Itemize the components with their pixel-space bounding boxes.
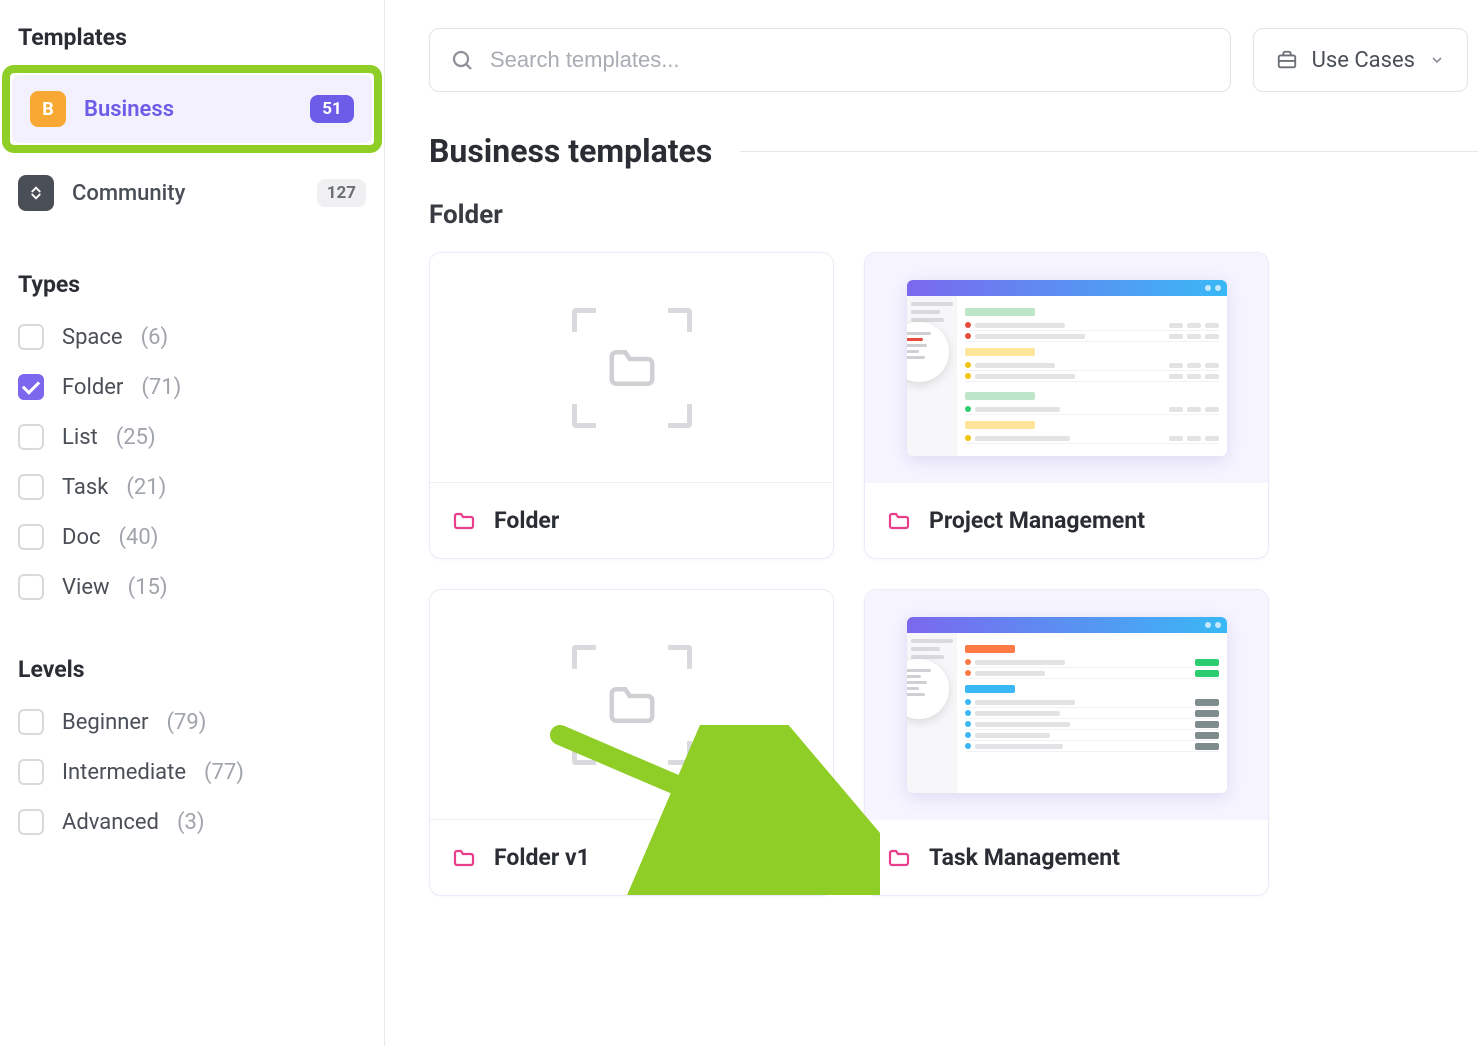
checkbox-icon[interactable] (18, 809, 44, 835)
card-preview (865, 253, 1268, 483)
template-card-project-management[interactable]: Project Management (864, 252, 1269, 559)
filter-intermediate[interactable]: Intermediate (77) (0, 747, 384, 797)
types-heading: Types (0, 227, 384, 312)
topbar: Use Cases (429, 28, 1478, 92)
card-footer: Task Management (865, 820, 1268, 895)
filter-label: Folder (62, 375, 123, 400)
filter-advanced[interactable]: Advanced (3) (0, 797, 384, 847)
sidebar-item-label: Community (72, 181, 299, 206)
business-icon: B (30, 91, 66, 127)
filter-task[interactable]: Task (21) (0, 462, 384, 512)
card-preview (865, 590, 1268, 820)
levels-heading: Levels (0, 612, 384, 697)
folder-icon (887, 509, 911, 533)
filter-list[interactable]: List (25) (0, 412, 384, 462)
sidebar-item-community[interactable]: Community 127 (0, 159, 384, 227)
filter-beginner[interactable]: Beginner (79) (0, 697, 384, 747)
filter-label: Task (62, 475, 108, 500)
template-card-folder[interactable]: Folder (429, 252, 834, 559)
card-footer: Folder v1 (430, 820, 833, 895)
filter-label: List (62, 425, 98, 450)
card-title: Folder v1 (494, 844, 590, 871)
checkbox-icon[interactable] (18, 424, 44, 450)
card-preview (430, 590, 833, 820)
filter-view[interactable]: View (15) (0, 562, 384, 612)
filter-folder[interactable]: Folder (71) (0, 362, 384, 412)
sidebar: Templates B Business 51 Community 127 Ty… (0, 0, 385, 1046)
card-title: Folder (494, 507, 559, 534)
template-grid: Folder (429, 252, 1478, 896)
checkbox-icon[interactable] (18, 759, 44, 785)
template-card-task-management[interactable]: Task Management (864, 589, 1269, 896)
filter-space[interactable]: Space (6) (0, 312, 384, 362)
checkbox-icon[interactable] (18, 524, 44, 550)
filter-label: Intermediate (62, 760, 186, 785)
templates-heading: Templates (0, 24, 384, 65)
filter-count: (21) (126, 475, 166, 500)
filter-count: (25) (116, 425, 156, 450)
checkbox-icon[interactable] (18, 324, 44, 350)
mini-screenshot (907, 617, 1227, 793)
briefcase-icon (1276, 49, 1298, 71)
folder-icon (452, 846, 476, 870)
highlight-annotation: B Business 51 (2, 65, 382, 153)
filter-label: Advanced (62, 810, 159, 835)
usecases-label: Use Cases (1312, 48, 1415, 73)
folder-placeholder-icon (572, 308, 692, 428)
section-title: Folder (429, 200, 1478, 230)
usecases-button[interactable]: Use Cases (1253, 28, 1468, 92)
filter-count: (77) (204, 760, 244, 785)
search-box[interactable] (429, 28, 1231, 92)
community-icon (18, 175, 54, 211)
filter-count: (79) (167, 710, 207, 735)
filter-count: (3) (177, 810, 205, 835)
count-badge: 51 (310, 95, 354, 123)
card-footer: Folder (430, 483, 833, 558)
checkbox-icon[interactable] (18, 574, 44, 600)
filter-count: (71) (141, 375, 181, 400)
filter-label: Doc (62, 525, 101, 550)
search-icon (450, 48, 474, 72)
count-badge: 127 (317, 179, 366, 207)
page-title: Business templates (429, 132, 1478, 170)
filter-count: (15) (128, 575, 168, 600)
filter-label: Space (62, 325, 123, 350)
card-title: Project Management (929, 507, 1145, 534)
filter-doc[interactable]: Doc (40) (0, 512, 384, 562)
filter-count: (6) (141, 325, 169, 350)
card-preview (430, 253, 833, 483)
folder-placeholder-icon (572, 645, 692, 765)
checkbox-icon[interactable] (18, 709, 44, 735)
chevron-down-icon (1429, 52, 1445, 68)
mini-screenshot (907, 280, 1227, 456)
search-input[interactable] (490, 47, 1210, 73)
filter-count: (40) (119, 525, 159, 550)
main-content: Use Cases Business templates Folder Fold (385, 0, 1478, 1046)
filter-label: Beginner (62, 710, 149, 735)
checkbox-icon[interactable] (18, 474, 44, 500)
sidebar-item-business[interactable]: B Business 51 (12, 75, 372, 143)
sidebar-item-label: Business (84, 97, 292, 122)
card-footer: Project Management (865, 483, 1268, 558)
card-title: Task Management (929, 844, 1120, 871)
folder-icon (887, 846, 911, 870)
folder-icon (452, 509, 476, 533)
checkbox-icon[interactable] (18, 374, 44, 400)
filter-label: View (62, 575, 110, 600)
template-card-folder-v1[interactable]: Folder v1 (429, 589, 834, 896)
